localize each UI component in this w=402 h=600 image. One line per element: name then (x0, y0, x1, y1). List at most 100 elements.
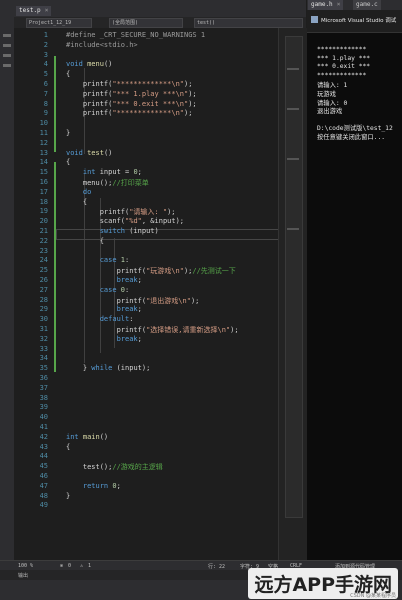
code-line[interactable]: break; (66, 335, 142, 343)
console-titlebar[interactable]: Microsoft Visual Studio 调试 (307, 10, 402, 33)
code-token: scanf( (66, 217, 126, 226)
code-token: { (66, 197, 88, 206)
line-number: 40 (39, 413, 48, 422)
code-line[interactable]: printf("退出游戏\n"); (66, 296, 200, 306)
code-token: menu(); (66, 179, 113, 187)
code-line[interactable]: { (66, 70, 70, 78)
code-line[interactable]: printf("*** 1.play ***\n"); (66, 90, 197, 98)
code-line[interactable]: printf("*** 0.exit ***\n"); (66, 100, 197, 108)
close-icon[interactable]: × (45, 7, 49, 14)
code-line[interactable]: case 1: (66, 256, 130, 264)
warnings-count[interactable]: 1 (88, 563, 91, 569)
code-line[interactable]: { (66, 198, 87, 206)
code-token: printf( (66, 296, 147, 305)
console-line: ************* (317, 71, 367, 79)
right-tab-bar: game.h × game.c (307, 0, 402, 10)
member-dropdown[interactable]: test() (194, 18, 303, 28)
code-line[interactable]: break; (66, 305, 142, 313)
editor-scrollbar[interactable] (278, 28, 307, 560)
tab-game-h[interactable]: game.h × (308, 0, 344, 10)
code-token: () (99, 432, 109, 441)
code-line[interactable]: printf("选择错误,请重新选择\n"); (66, 325, 239, 335)
code-token: , &input); (141, 217, 185, 226)
code-token: "选择错误,请重新选择\n" (146, 326, 231, 334)
code-token: int (66, 432, 83, 441)
code-token: printf( (66, 267, 147, 276)
strip-marker[interactable] (3, 44, 11, 47)
code-line[interactable]: test();//游戏的主逻辑 (66, 462, 163, 472)
code-line[interactable]: break; (66, 276, 142, 284)
line-number: 46 (39, 472, 48, 480)
code-line[interactable]: menu();//打印菜单 (66, 178, 149, 188)
code-line[interactable]: int main() (66, 433, 108, 441)
code-token: //先测试一下 (192, 267, 236, 276)
strip-marker[interactable] (3, 54, 11, 57)
console-line: 退出游戏 (317, 108, 343, 116)
code-editor[interactable]: 1 2 3 4 5 6 7 8 9 10 11 12 13 14 15 16 17 18 19 20 21 22 23 24 2… (14, 28, 278, 560)
line-number: 28 (39, 295, 48, 304)
code-token: ); (184, 80, 193, 88)
code-token: return (66, 481, 113, 490)
code-line[interactable]: switch (input) (66, 227, 159, 235)
zoom-level[interactable]: 100 % (18, 563, 33, 569)
code-token: //游戏的主逻辑 (112, 463, 163, 472)
line-number: 47 (39, 481, 48, 490)
close-icon[interactable]: × (337, 1, 341, 8)
dropdown-label: test() (197, 20, 216, 26)
code-line[interactable]: default: (66, 315, 134, 323)
code-token: ); (188, 89, 197, 98)
line-number: 12 (39, 138, 48, 147)
code-line[interactable]: } (66, 492, 70, 500)
code-line[interactable]: printf("*************\n"); (66, 109, 193, 118)
code-line[interactable]: void menu() (66, 60, 112, 68)
code-line[interactable]: do (66, 188, 91, 196)
strip-marker[interactable] (3, 64, 11, 67)
console-app-icon (311, 16, 318, 23)
tab-game-c[interactable]: game.c (353, 0, 381, 10)
code-line[interactable]: int input = 0; (66, 168, 142, 176)
code-line[interactable]: printf("玩游戏\n");//先测试一下 (66, 266, 236, 276)
code-line[interactable]: printf("请输入: "); (66, 207, 176, 217)
code-token: printf( (66, 109, 113, 118)
code-token: : (125, 285, 130, 294)
project-dropdown[interactable]: Project1_12_19 (26, 18, 92, 28)
line-number: 4 (43, 60, 48, 69)
issues-count[interactable]: 0 (68, 563, 71, 569)
error-icon[interactable]: ⊗ (60, 563, 63, 569)
code-line[interactable]: printf("*************\n"); (66, 80, 193, 88)
line-number: 43 (39, 442, 48, 451)
code-line[interactable]: } while (input); (66, 364, 150, 372)
console-title: Microsoft Visual Studio 调试 (321, 18, 397, 24)
code-line[interactable]: { (66, 158, 70, 166)
code-line[interactable]: { (66, 237, 104, 245)
strip-marker[interactable] (3, 34, 11, 37)
code-token: { (66, 158, 71, 167)
code-token: printf( (66, 208, 130, 217)
line-number: 1 (43, 31, 48, 39)
code-token: input = (99, 168, 134, 177)
code-token: menu (87, 60, 104, 69)
code-token: } (66, 491, 71, 500)
code-line[interactable]: } (66, 129, 70, 137)
code-line[interactable]: scanf("%d", &input); (66, 217, 184, 225)
code-line[interactable]: void test() (66, 149, 112, 157)
code-line[interactable]: return 0; (66, 482, 121, 490)
scope-dropdown[interactable]: (全局范围) (109, 18, 183, 28)
tab-test-c[interactable]: test.p × (16, 6, 52, 16)
code-token: void (66, 148, 88, 157)
code-token: () (103, 148, 113, 157)
code-line[interactable]: case 0: (66, 285, 130, 294)
code-line[interactable]: #define _CRT_SECURE_NO_WARNINGS 1 (66, 31, 205, 39)
code-token: "*** 0.exit ***\n" (112, 99, 189, 108)
tab-label: test.p (19, 7, 41, 14)
code-line[interactable]: { (66, 443, 70, 451)
line-number: 49 (39, 501, 48, 510)
warning-icon[interactable]: ⚠ (80, 563, 83, 569)
scroll-marker (287, 228, 299, 230)
line-number: 13 (39, 148, 48, 157)
code-line[interactable]: #include<stdio.h> (66, 41, 138, 49)
line-number: 37 (39, 383, 48, 392)
cursor-line[interactable]: 行: 22 (208, 563, 225, 570)
debug-console-window[interactable]: Microsoft Visual Studio 调试 *************… (307, 10, 402, 560)
code-token: { (66, 442, 71, 451)
